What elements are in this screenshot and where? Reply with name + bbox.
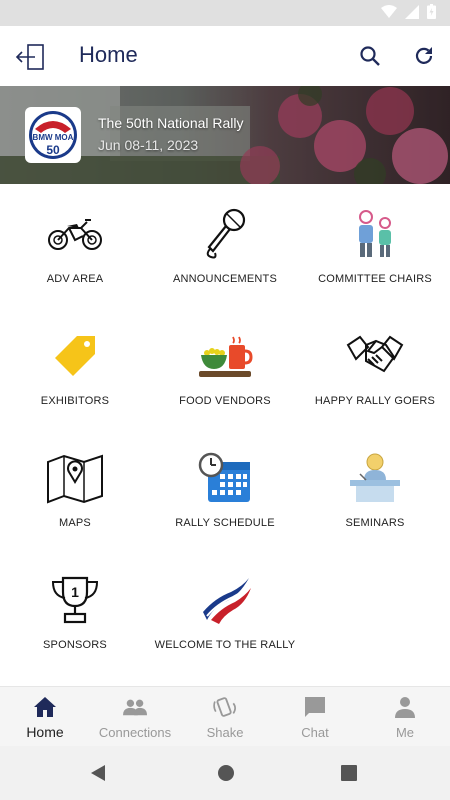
tile-sponsors[interactable]: 1 SPONSORS	[0, 550, 150, 670]
handshake-icon	[345, 328, 405, 384]
tile-label: SEMINARS	[345, 517, 405, 529]
flag-stripes-icon	[195, 572, 255, 628]
connections-icon	[123, 695, 147, 719]
person-icon	[393, 695, 417, 719]
system-back-button[interactable]	[88, 763, 108, 783]
system-recents-button[interactable]	[339, 763, 359, 783]
banner-title: The 50th National Rally	[98, 115, 244, 131]
people-icon	[345, 206, 405, 262]
nav-label: Me	[395, 725, 415, 740]
tile-announcements[interactable]: ANNOUNCEMENTS	[150, 184, 300, 304]
app-bar: Home	[0, 26, 450, 86]
trophy-icon: 1	[45, 572, 105, 628]
rally-logo: BMW MOA 50	[25, 107, 81, 163]
battery-icon	[427, 4, 436, 19]
tile-label: EXHIBITORS	[40, 395, 110, 407]
food-icon	[195, 328, 255, 384]
tile-rally-schedule[interactable]: RALLY SCHEDULE	[150, 428, 300, 548]
refresh-icon	[415, 47, 433, 64]
tile-label: FOOD VENDORS	[179, 395, 271, 407]
speaker-podium-icon	[345, 450, 405, 506]
nav-label: Connections	[98, 725, 172, 740]
motorcycle-icon	[45, 206, 105, 262]
status-bar	[0, 0, 450, 26]
chat-icon	[303, 695, 327, 719]
nav-me[interactable]: Me	[360, 687, 450, 747]
exit-button[interactable]	[12, 40, 48, 74]
home-icon	[33, 695, 57, 719]
tile-maps[interactable]: MAPS	[0, 428, 150, 548]
nav-home[interactable]: Home	[0, 687, 90, 747]
system-home-button[interactable]	[216, 763, 236, 783]
search-button[interactable]	[354, 40, 386, 72]
back-triangle-icon	[91, 765, 105, 781]
nav-label: Chat	[301, 725, 329, 740]
nav-label: Shake	[206, 725, 244, 740]
tile-label: WELCOME TO THE RALLY	[154, 639, 296, 651]
signal-icon	[405, 4, 419, 19]
tile-label: HAPPY RALLY GOERS	[314, 395, 436, 407]
tile-label: ANNOUNCEMENTS	[172, 273, 278, 285]
event-banner[interactable]: BMW MOA 50 The 50th National Rally Jun 0…	[0, 86, 450, 184]
shake-icon	[213, 695, 237, 719]
system-nav-bar	[0, 746, 450, 800]
tile-label: COMMITTEE CHAIRS	[318, 273, 432, 285]
microphone-icon	[195, 206, 255, 262]
tile-adv-area[interactable]: ADV AREA	[0, 184, 150, 304]
tile-label: RALLY SCHEDULE	[175, 517, 275, 529]
logo-number: 50	[46, 143, 60, 157]
logo-text: BMW MOA	[33, 133, 74, 142]
tile-food-vendors[interactable]: FOOD VENDORS	[150, 306, 300, 426]
status-icons	[381, 4, 436, 19]
tile-happy-rally-goers[interactable]: HAPPY RALLY GOERS	[300, 306, 450, 426]
exit-icon	[15, 44, 44, 70]
tile-exhibitors[interactable]: EXHIBITORS	[0, 306, 150, 426]
svg-text:1: 1	[71, 584, 79, 600]
tile-welcome-to-the-rally[interactable]: WELCOME TO THE RALLY	[150, 550, 300, 670]
banner-date: Jun 08-11, 2023	[98, 137, 199, 153]
tag-icon	[45, 328, 105, 384]
home-circle-icon	[218, 765, 234, 781]
bottom-nav: Home Connections Shake Chat Me	[0, 686, 450, 746]
nav-label: Home	[26, 724, 64, 740]
feature-grid: ADV AREA ANNOUNCEMENTS COMMITTEE CHAIRS …	[0, 184, 450, 686]
wifi-icon	[381, 4, 397, 18]
tile-label: SPONSORS	[43, 639, 107, 651]
nav-connections[interactable]: Connections	[90, 687, 180, 747]
map-icon	[45, 450, 105, 506]
tile-seminars[interactable]: SEMINARS	[300, 428, 450, 548]
search-icon	[360, 46, 380, 66]
page-title: Home	[79, 42, 138, 67]
tile-label: ADV AREA	[46, 273, 104, 285]
calendar-icon	[195, 450, 255, 506]
recents-square-icon	[341, 765, 357, 781]
tile-committee-chairs[interactable]: COMMITTEE CHAIRS	[300, 184, 450, 304]
tile-label: MAPS	[59, 517, 91, 529]
refresh-button[interactable]	[408, 40, 440, 72]
nav-shake[interactable]: Shake	[180, 687, 270, 747]
nav-chat[interactable]: Chat	[270, 687, 360, 747]
